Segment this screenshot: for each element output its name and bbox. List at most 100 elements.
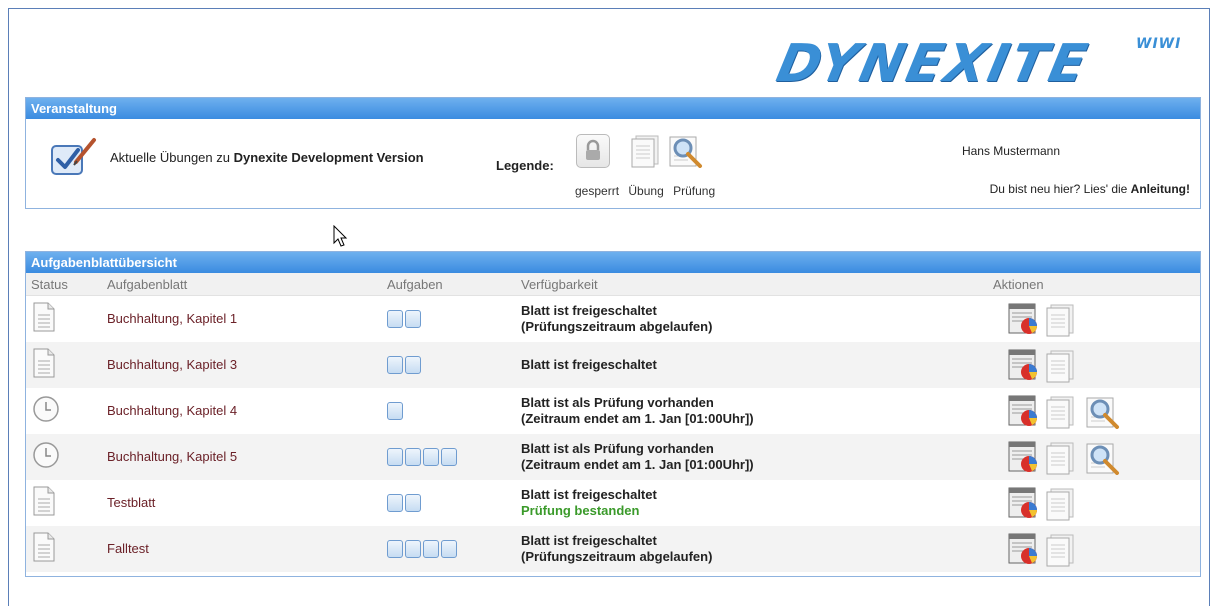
statistics-icon[interactable] bbox=[1007, 441, 1041, 476]
availability-line2: (Zeitraum endet am 1. Jan [01:00Uhr]) bbox=[521, 410, 754, 426]
task-page-icon[interactable] bbox=[405, 447, 421, 466]
legend-uebung: Übung bbox=[628, 184, 664, 198]
task-page-icon[interactable] bbox=[441, 539, 457, 558]
name-cell: Buchhaltung, Kapitel 1 bbox=[107, 296, 387, 342]
column-aufgaben: Aufgaben bbox=[387, 273, 521, 296]
statistics-icon[interactable] bbox=[1007, 533, 1041, 568]
exam-magnifier-icon[interactable] bbox=[1085, 441, 1121, 478]
task-page-icon[interactable] bbox=[441, 447, 457, 466]
actions-cell bbox=[993, 526, 1200, 572]
help-text: Du bist neu hier? Lies' die Anleitung! bbox=[990, 182, 1190, 196]
task-page-icon[interactable] bbox=[387, 355, 403, 374]
statistics-icon[interactable] bbox=[1007, 349, 1041, 384]
task-page-icon[interactable] bbox=[423, 447, 439, 466]
tasks-cell bbox=[387, 526, 521, 572]
aufgaben-header: Aufgabenblattübersicht bbox=[26, 252, 1200, 273]
sheet-name-link[interactable]: Buchhaltung, Kapitel 4 bbox=[107, 403, 237, 418]
sheet-name-link[interactable]: Falltest bbox=[107, 541, 149, 556]
statistics-icon[interactable] bbox=[1007, 487, 1041, 522]
availability-cell: Blatt ist freigeschaltet bbox=[521, 342, 993, 388]
exercise-document-icon[interactable] bbox=[1043, 487, 1077, 524]
tasks-cell bbox=[387, 342, 521, 388]
legend-texts: gesperrt Übung Prüfung bbox=[575, 184, 721, 198]
exercise-document-icon bbox=[628, 134, 662, 171]
dynexite-logo: DYNEXITE WIWI bbox=[772, 32, 1198, 94]
exercise-document-icon[interactable] bbox=[1043, 303, 1077, 340]
legend-gesperrt: gesperrt bbox=[575, 184, 620, 198]
help-prefix: Du bist neu hier? Lies' die bbox=[989, 182, 1131, 196]
legend-label: Legende: bbox=[496, 158, 554, 173]
table-row: Buchhaltung, Kapitel 4 Blatt ist als Prüf… bbox=[26, 388, 1200, 434]
availability-cell: Blatt ist freigeschaltet (Prüfungszeitrau… bbox=[521, 296, 993, 342]
sheet-name-link[interactable]: Buchhaltung, Kapitel 1 bbox=[107, 311, 237, 326]
availability-line2: Prüfung bestanden bbox=[521, 502, 640, 518]
statistics-icon[interactable] bbox=[1007, 395, 1041, 430]
availability-line1: Blatt ist freigeschaltet bbox=[521, 532, 657, 548]
status-cell bbox=[26, 296, 107, 342]
clock-icon bbox=[31, 396, 61, 427]
actions-cell bbox=[993, 296, 1200, 342]
task-page-icon[interactable] bbox=[423, 539, 439, 558]
availability-line1: Blatt ist als Prüfung vorhanden bbox=[521, 440, 714, 456]
availability-line1: Blatt ist freigeschaltet bbox=[521, 486, 657, 502]
exam-magnifier-icon[interactable] bbox=[1085, 395, 1121, 432]
task-page-icon[interactable] bbox=[405, 493, 421, 512]
task-page-icon[interactable] bbox=[387, 447, 403, 466]
course-name[interactable]: Dynexite Development Version bbox=[234, 150, 424, 165]
manual-link[interactable]: Anleitung! bbox=[1131, 182, 1190, 196]
document-icon bbox=[31, 302, 57, 335]
table-row: Testblatt Blatt ist freigeschaltet Prüfung… bbox=[26, 480, 1200, 526]
status-cell bbox=[26, 480, 107, 526]
exercise-document-icon[interactable] bbox=[1043, 441, 1077, 478]
task-page-icon[interactable] bbox=[387, 493, 403, 512]
document-icon bbox=[31, 486, 57, 519]
task-page-icon[interactable] bbox=[387, 401, 403, 420]
exercise-document-icon[interactable] bbox=[1043, 395, 1077, 432]
exercise-document-icon[interactable] bbox=[1043, 533, 1077, 570]
tasks-cell bbox=[387, 434, 521, 480]
task-page-icon[interactable] bbox=[405, 355, 421, 374]
status-cell bbox=[26, 526, 107, 572]
course-intro: Aktuelle Übungen zu Dynexite Development… bbox=[110, 150, 430, 165]
tasks-cell bbox=[387, 480, 521, 526]
actions-cell bbox=[993, 342, 1200, 388]
sheet-name-link[interactable]: Testblatt bbox=[107, 495, 155, 510]
availability-line1: Blatt ist freigeschaltet bbox=[521, 356, 657, 372]
status-cell bbox=[26, 434, 107, 480]
veranstaltung-panel: Veranstaltung Aktuelle Übungen zu Dynexi… bbox=[25, 97, 1201, 209]
availability-cell: Blatt ist als Prüfung vorhanden (Zeitraum… bbox=[521, 388, 993, 434]
table-row: Buchhaltung, Kapitel 3 Blatt ist freigesc… bbox=[26, 341, 1200, 388]
sheet-name-link[interactable]: Buchhaltung, Kapitel 5 bbox=[107, 449, 237, 464]
availability-line2: (Prüfungszeitraum abgelaufen) bbox=[521, 318, 713, 334]
statistics-icon[interactable] bbox=[1007, 303, 1041, 338]
veranstaltung-header: Veranstaltung bbox=[26, 98, 1200, 119]
exam-magnifier-icon bbox=[668, 134, 704, 171]
availability-cell: Blatt ist freigeschaltet (Prüfungszeitrau… bbox=[521, 526, 993, 572]
checklist-pen-icon bbox=[48, 136, 98, 180]
availability-cell: Blatt ist als Prüfung vorhanden (Zeitraum… bbox=[521, 434, 993, 480]
sheet-name-link[interactable]: Buchhaltung, Kapitel 3 bbox=[107, 357, 237, 372]
task-page-icon[interactable] bbox=[405, 539, 421, 558]
availability-line1: Blatt ist als Prüfung vorhanden bbox=[521, 394, 714, 410]
actions-cell bbox=[993, 480, 1200, 526]
name-cell: Buchhaltung, Kapitel 3 bbox=[107, 342, 387, 388]
legend-pruefung: Prüfung bbox=[673, 184, 716, 198]
document-icon bbox=[31, 348, 57, 381]
availability-line2: (Prüfungszeitraum abgelaufen) bbox=[521, 548, 713, 564]
name-cell: Falltest bbox=[107, 526, 387, 572]
tasks-cell bbox=[387, 388, 521, 434]
column-aufgabenblatt: Aufgabenblatt bbox=[107, 273, 387, 296]
mouse-cursor-icon bbox=[333, 224, 349, 252]
table-row: Falltest Blatt ist freigeschaltet (Prüfung… bbox=[26, 525, 1200, 572]
task-page-icon[interactable] bbox=[387, 309, 403, 328]
task-page-icon[interactable] bbox=[387, 539, 403, 558]
logo-superscript: WIWI bbox=[1136, 36, 1182, 52]
exercise-document-icon[interactable] bbox=[1043, 349, 1077, 386]
tasks-cell bbox=[387, 296, 521, 342]
table-row: Buchhaltung, Kapitel 5 Blatt ist als Prüf… bbox=[26, 433, 1200, 480]
table-row: Buchhaltung, Kapitel 1 Blatt ist freigesc… bbox=[26, 296, 1200, 342]
status-cell bbox=[26, 342, 107, 388]
availability-cell: Blatt ist freigeschaltet Prüfung bestande… bbox=[521, 480, 993, 526]
column-verfuegbarkeit: Verfügbarkeit bbox=[521, 273, 993, 296]
task-page-icon[interactable] bbox=[405, 309, 421, 328]
